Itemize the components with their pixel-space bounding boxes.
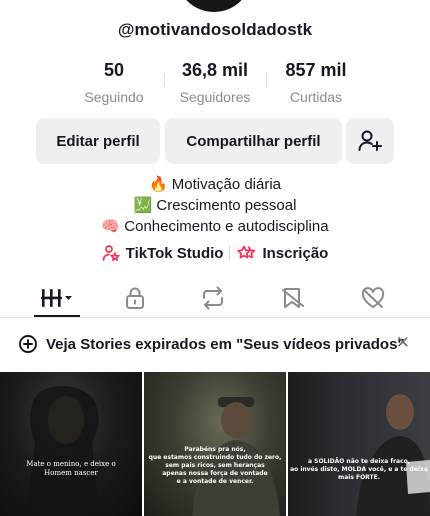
close-icon[interactable]: ✕ <box>396 334 410 352</box>
profile-tabs <box>0 278 430 318</box>
stat-label: Seguidores <box>179 89 251 105</box>
repost-icon <box>203 286 223 310</box>
subscription-label: Inscrição <box>262 244 329 262</box>
bio-line: 💹 Crescimento pessoal <box>133 197 297 214</box>
video-caption: Mate o menino, e deixe o Homem nascer <box>26 460 116 477</box>
stat-label: Seguindo <box>84 89 144 105</box>
video-thumbnail[interactable]: Mate o menino, e deixe o Homem nascer <box>0 372 142 516</box>
person-plus-icon <box>358 130 382 151</box>
tab-favorites[interactable] <box>258 278 328 318</box>
notice-text: Veja Stories expirados em "Seus vídeos p… <box>46 335 405 353</box>
stat-label: Curtidas <box>289 89 343 105</box>
heart-hidden-icon <box>361 287 385 308</box>
share-profile-button[interactable]: Compartilhar perfil <box>165 118 342 164</box>
studio-icon <box>102 245 120 262</box>
add-friend-button[interactable] <box>346 118 394 164</box>
tab-videos[interactable] <box>22 278 92 318</box>
profile-stats: 50 Seguindo 36,8 mil Seguidores 857 mil … <box>0 60 430 106</box>
add-story-icon <box>19 335 37 353</box>
lock-icon <box>126 287 144 309</box>
edit-profile-button[interactable]: Editar perfil <box>36 118 160 164</box>
video-thumbnail[interactable]: Parabéns pra nós, que estamos construind… <box>144 372 286 516</box>
stat-following[interactable]: 50 Seguindo <box>64 60 164 105</box>
active-tab-indicator <box>34 315 80 317</box>
video-caption: a SOLIDÃO não te deixa fraco, ao invés d… <box>290 458 428 481</box>
video-figure <box>356 394 430 516</box>
video-figure <box>25 386 100 516</box>
subscription-link[interactable]: Inscrição <box>230 244 334 262</box>
tab-private[interactable] <box>100 278 170 318</box>
bio-line: 🧠 Conhecimento e autodisciplina <box>101 218 329 235</box>
video-caption: Parabéns pra nós, que estamos construind… <box>148 446 282 485</box>
stat-value: 36,8 mil <box>181 60 249 80</box>
stat-value: 50 <box>103 60 125 80</box>
expired-stories-notice[interactable]: Veja Stories expirados em "Seus vídeos p… <box>0 318 430 370</box>
profile-links: TikTok Studio Inscrição <box>0 242 430 264</box>
avatar-image <box>176 0 252 12</box>
stat-value: 857 mil <box>285 60 347 80</box>
avatar[interactable]: + <box>168 0 262 12</box>
stat-likes[interactable]: 857 mil Curtidas <box>266 60 366 105</box>
bio: 🔥 Motivação diária 💹 Crescimento pessoal… <box>0 174 430 237</box>
video-grid: Mate o menino, e deixe o Homem nascer Pa… <box>0 370 430 516</box>
stat-followers[interactable]: 36,8 mil Seguidores <box>165 60 265 105</box>
bio-line: 🔥 Motivação diária <box>148 176 282 193</box>
bookmark-icon <box>282 288 304 308</box>
video-thumbnail[interactable]: a SOLIDÃO não te deixa fraco, ao invés d… <box>288 372 430 516</box>
tab-reposts[interactable] <box>178 278 248 318</box>
video-figure <box>192 397 280 516</box>
tiktok-studio-link[interactable]: TikTok Studio <box>96 244 230 262</box>
tiktok-studio-label: TikTok Studio <box>125 244 224 262</box>
grid-icon <box>41 289 72 307</box>
subscription-icon <box>237 245 256 259</box>
tab-liked[interactable] <box>338 278 408 318</box>
username: @motivandosoldadostk <box>117 20 313 39</box>
